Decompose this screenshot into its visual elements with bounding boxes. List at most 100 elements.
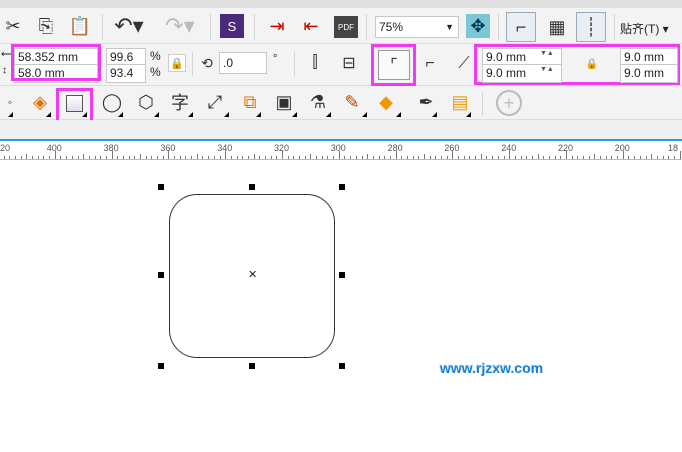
pdf-icon[interactable]: PDF <box>334 16 358 38</box>
mirror-vertical-icon[interactable]: ⊟ <box>338 52 360 74</box>
ruler-tick <box>32 156 34 159</box>
selection-handle[interactable] <box>249 184 255 190</box>
selection-handle[interactable] <box>158 363 164 369</box>
selection-handle[interactable] <box>339 184 345 190</box>
ruler-tick <box>49 156 51 159</box>
selection-handle[interactable] <box>339 363 345 369</box>
snap-to-dropdown[interactable]: 贴齐(T) ▾ <box>620 20 669 37</box>
zoom-select[interactable]: 75% ▼ <box>375 16 459 38</box>
ruler-tick <box>401 156 403 159</box>
ruler-tick <box>463 156 465 159</box>
chamfered-corner-icon[interactable]: ⟋ <box>452 52 476 76</box>
rotation-input[interactable]: .0 <box>219 52 267 74</box>
ruler-tick <box>566 151 567 159</box>
text-tool-icon[interactable]: 字 <box>168 90 192 114</box>
ruler-tick <box>179 156 181 159</box>
ruler-tick <box>196 154 198 159</box>
ruler-tick <box>9 156 11 159</box>
spinner-icon[interactable]: ▼▲ <box>540 50 554 57</box>
ruler-tick <box>492 156 494 159</box>
ruler-tick <box>247 156 249 159</box>
ruler-tick <box>282 151 283 159</box>
ruler-tick <box>673 156 675 159</box>
eyedropper-tool-icon[interactable]: ✎ <box>340 90 364 114</box>
ruler-tick <box>475 156 477 159</box>
app-launcher-icon[interactable]: S <box>220 14 244 38</box>
ruler-tick <box>111 151 113 159</box>
ruler-tick <box>287 156 289 159</box>
ruler-tick <box>162 156 164 159</box>
ruler-tick <box>83 154 85 159</box>
canvas[interactable]: ✕ www.rjzxw.com <box>0 160 682 452</box>
ruler-tick <box>389 156 391 159</box>
ruler-tick <box>588 156 590 159</box>
ruler-tick <box>583 156 585 159</box>
corner-bottom-right-input[interactable]: 9.0 mm <box>620 64 678 83</box>
horizontal-ruler[interactable]: 20 400 380 360 340 320 300 280 260 240 220 200 18 <box>0 139 682 160</box>
ruler-tick <box>54 151 56 159</box>
height-icon: ↕ <box>2 65 7 76</box>
paste-icon[interactable]: 📋 <box>68 14 92 38</box>
smart-fill-icon[interactable]: ◈ <box>28 90 52 114</box>
ruler-tick <box>406 156 408 159</box>
pen-tool-icon[interactable]: ✒ <box>414 90 438 114</box>
ruler-tick <box>242 156 244 159</box>
grid-icon[interactable]: ▦ <box>542 12 572 42</box>
import-icon[interactable]: ⇥ <box>264 14 290 38</box>
ruler-tick <box>395 151 397 159</box>
interactive-fill-icon[interactable]: ▤ <box>448 90 472 114</box>
ruler-tick <box>20 156 22 159</box>
ruler-tick <box>327 156 329 159</box>
polygon-tool-icon[interactable]: ⬡ <box>134 90 158 114</box>
fill-tool-icon[interactable]: ◆ <box>374 90 398 114</box>
spinner-icon[interactable]: ▼▲ <box>540 66 554 73</box>
guidelines-icon[interactable]: ┊ <box>576 12 606 42</box>
ruler-tick <box>213 156 215 159</box>
ruler-tick <box>333 156 335 159</box>
chevron-down-icon: ▼ <box>445 22 454 32</box>
scalloped-corner-icon[interactable]: ⌐ <box>418 52 442 76</box>
scale-y-input[interactable]: 93.4 <box>106 64 146 83</box>
ruler-tick <box>497 156 499 159</box>
ruler-tick <box>537 154 539 159</box>
ruler-tick <box>66 156 68 159</box>
transparency-tool-icon[interactable]: ⚗ <box>306 90 330 114</box>
watermark: www.rjzxw.com <box>440 360 544 376</box>
full-screen-icon[interactable]: ✥ <box>466 14 490 38</box>
ruler-tick <box>145 156 147 159</box>
node-tool-icon[interactable]: ◦ <box>0 90 20 114</box>
dimension-tool-icon[interactable]: ⤢ <box>203 90 227 114</box>
ruler-tick <box>662 156 664 159</box>
selection-handle[interactable] <box>158 184 164 190</box>
ruler-tick <box>316 156 318 159</box>
add-tool-icon[interactable]: + <box>496 90 522 116</box>
selection-handle[interactable] <box>249 363 255 369</box>
ruler-tick <box>639 156 641 159</box>
cut-icon[interactable]: ✂ <box>0 14 26 38</box>
lock-corners-icon[interactable]: 🔒 <box>584 56 600 72</box>
ruler-tick <box>446 156 448 159</box>
rulers-icon[interactable]: ⌐ <box>506 12 536 42</box>
contour-tool-icon[interactable]: ▣ <box>272 90 296 114</box>
ruler-tick <box>276 156 278 159</box>
copy-icon[interactable]: ⎘ <box>34 14 58 38</box>
selection-handle[interactable] <box>339 272 345 278</box>
ruler-tick <box>605 156 607 159</box>
ruler-tick <box>191 156 193 159</box>
ruler-tick <box>367 154 369 159</box>
mirror-horizontal-icon[interactable]: ⫿ <box>304 52 326 74</box>
selection-handle[interactable] <box>158 272 164 278</box>
ruler-tick <box>264 156 266 159</box>
ruler-label: 18 <box>668 143 679 153</box>
lock-ratio-icon[interactable]: 🔒 <box>168 54 186 72</box>
ruler-tick <box>236 156 238 159</box>
ellipse-tool-icon[interactable]: ◯ <box>100 90 124 114</box>
connector-tool-icon[interactable]: ⧉ <box>238 90 262 114</box>
ruler-tick <box>577 156 579 159</box>
undo-icon[interactable]: ↶▾ <box>112 13 146 38</box>
ruler-tick <box>560 156 562 159</box>
ruler-tick <box>378 156 380 159</box>
redo-icon[interactable]: ↷▾ <box>160 13 200 38</box>
ruler-tick <box>128 156 130 159</box>
export-icon[interactable]: ⇤ <box>298 14 324 38</box>
